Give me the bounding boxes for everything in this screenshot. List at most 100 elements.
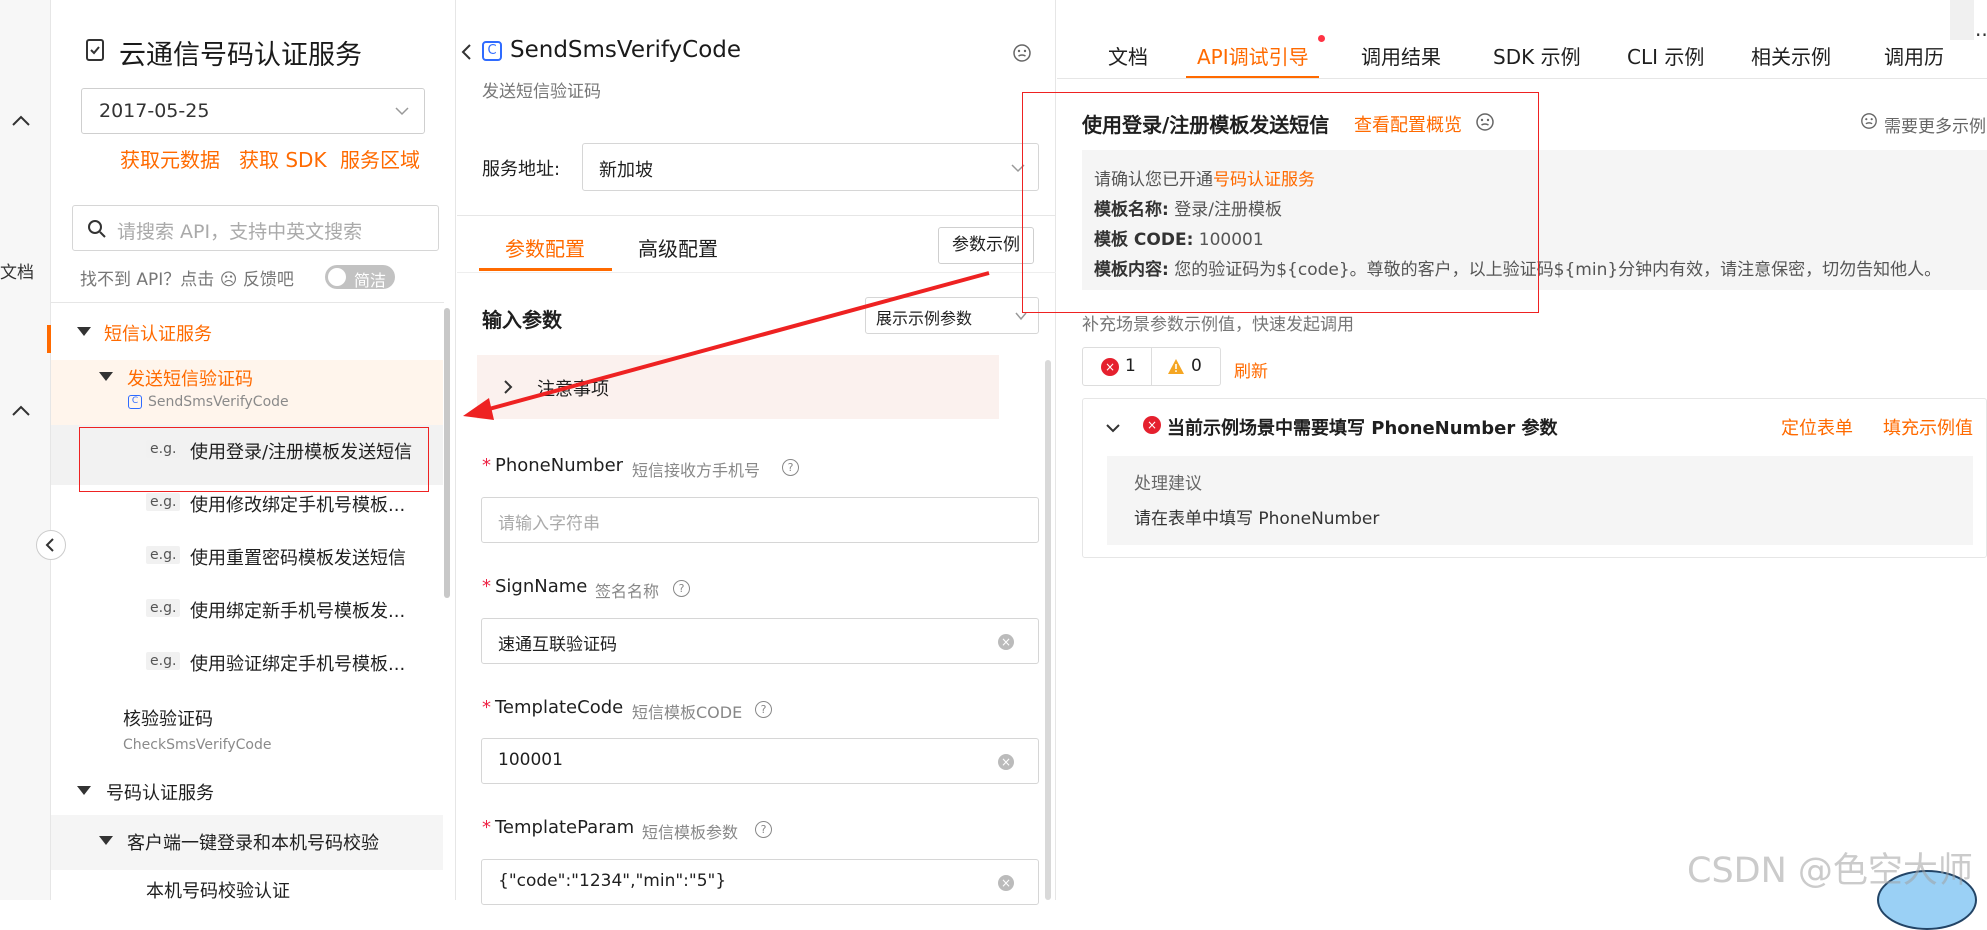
help-icon[interactable]: ? xyxy=(782,459,799,476)
help-icon[interactable]: ? xyxy=(755,821,772,838)
chevron-right-icon xyxy=(502,378,514,396)
clear-icon[interactable]: × xyxy=(998,754,1014,770)
service-address-select[interactable]: 新加坡 xyxy=(582,143,1039,191)
tab-param-config[interactable]: 参数配置 xyxy=(505,233,585,262)
refresh-link[interactable]: 刷新 xyxy=(1234,357,1268,382)
more-tabs-button[interactable]: ·· xyxy=(1975,23,1987,47)
caret-down-icon[interactable] xyxy=(77,786,91,795)
tree-group-sms-auth[interactable]: 短信认证服务 xyxy=(104,320,212,346)
required-mark: * xyxy=(482,697,491,718)
chevron-left-icon[interactable] xyxy=(460,42,474,62)
tree-example-5[interactable]: 使用验证绑定手机号模板... xyxy=(190,650,405,676)
tab-advanced-config[interactable]: 高级配置 xyxy=(638,233,718,262)
version-value: 2017-05-25 xyxy=(99,100,210,122)
tree-example-2[interactable]: 使用修改绑定手机号模板... xyxy=(190,491,405,517)
notice-label: 注意事项 xyxy=(537,379,609,400)
annotation-box xyxy=(1022,92,1539,313)
api-description: 发送短信验证码 xyxy=(482,82,601,102)
tab-cli-example[interactable]: CLI 示例 xyxy=(1627,41,1704,70)
collapse-sidebar-button[interactable] xyxy=(36,530,66,560)
tab-related-examples[interactable]: 相关示例 xyxy=(1751,41,1831,70)
param-example-button[interactable]: 参数示例 xyxy=(938,227,1034,264)
advice-text: 请在表单中填写 PhoneNumber xyxy=(1134,509,1380,529)
need-more-examples-link[interactable]: 需要更多示例 xyxy=(1884,112,1986,137)
toggle-label: 简洁 xyxy=(354,271,387,290)
show-example-select[interactable]: 展示示例参数 xyxy=(865,297,1039,334)
issue-panel: × 当前示例场景中需要填写 PhoneNumber 参数 定位表单 填充示例值 … xyxy=(1082,398,1987,558)
tab-api-debug-guide[interactable]: API调试引导 xyxy=(1197,41,1309,70)
caret-down-icon[interactable] xyxy=(99,836,113,845)
param-name: TemplateCode xyxy=(495,697,624,718)
tabs-scrollbar[interactable] xyxy=(1950,0,1974,40)
caret-down-icon[interactable] xyxy=(77,327,91,336)
sign-name-input[interactable]: 速通互联验证码 × xyxy=(481,618,1039,664)
api-c-icon: C xyxy=(128,395,142,409)
param-name: SignName xyxy=(495,576,588,597)
help-icon[interactable]: ? xyxy=(755,701,772,718)
feedback-hint[interactable]: 找不到 API？点击 ☹ 反馈吧 xyxy=(80,265,294,290)
tree-example-3[interactable]: 使用重置密码模板发送短信 xyxy=(190,544,406,570)
get-sdk-link[interactable]: 获取 SDK xyxy=(239,144,327,173)
fill-hint: 补充场景参数示例值，快速发起调用 xyxy=(1082,315,1354,335)
tab-docs[interactable]: 文档 xyxy=(1108,41,1148,70)
template-param-value: {"code":"1234","min":"5"} xyxy=(498,871,727,891)
warning-icon xyxy=(1167,358,1185,375)
help-icon[interactable]: ? xyxy=(673,580,690,597)
chevron-up-icon[interactable] xyxy=(10,110,32,132)
chevron-down-icon xyxy=(394,103,410,119)
rail-doc-label[interactable]: 文档 xyxy=(0,258,34,283)
example-tag: e.g. xyxy=(146,546,181,564)
divider xyxy=(51,302,444,303)
tree-api-local-verify[interactable]: 本机号码校验认证 xyxy=(146,877,290,903)
chevron-up-icon[interactable] xyxy=(10,400,32,422)
clear-icon[interactable]: × xyxy=(998,634,1014,650)
param-name: TemplateParam xyxy=(495,817,635,838)
simple-mode-toggle[interactable]: 简洁 xyxy=(325,265,395,290)
tree-api-code: SendSmsVerifyCode xyxy=(148,394,289,410)
warning-count[interactable]: 0 xyxy=(1191,356,1202,376)
tree-api-check-sms[interactable]: 核验验证码 xyxy=(123,705,213,731)
sidebar-scrollbar[interactable] xyxy=(444,308,450,598)
tab-call-result[interactable]: 调用结果 xyxy=(1361,41,1441,70)
tree-subgroup[interactable]: 客户端一键登录和本机号码校验 xyxy=(127,829,379,855)
form-scrollbar[interactable] xyxy=(1045,360,1051,900)
tree-group-number-auth[interactable]: 号码认证服务 xyxy=(106,779,214,805)
tab-sdk-example[interactable]: SDK 示例 xyxy=(1493,41,1581,70)
annotation-box xyxy=(79,427,429,492)
search-icon xyxy=(87,219,107,239)
get-metadata-link[interactable]: 获取元数据 xyxy=(120,144,220,173)
template-param-input[interactable]: {"code":"1234","min":"5"} × xyxy=(481,859,1039,905)
param-desc: 短信模板参数 xyxy=(642,823,739,842)
tab-call-history[interactable]: 调用历 xyxy=(1884,41,1944,70)
chevron-down-icon[interactable] xyxy=(1105,420,1121,436)
watermark: CSDN @色空大师 xyxy=(1687,851,1973,891)
param-name: PhoneNumber xyxy=(495,455,624,476)
feedback-face-icon[interactable] xyxy=(1012,43,1032,63)
divider xyxy=(457,215,1056,216)
caret-down-icon[interactable] xyxy=(99,372,113,381)
tree-api-code: CheckSmsVerifyCode xyxy=(123,737,272,753)
param-desc: 短信接收方手机号 xyxy=(632,461,761,480)
tree-api-send-sms[interactable]: 发送短信验证码 xyxy=(127,365,253,391)
version-select[interactable]: 2017-05-25 xyxy=(81,88,425,134)
phone-number-input[interactable]: 请输入字符串 xyxy=(481,497,1039,543)
error-count[interactable]: 1 xyxy=(1125,356,1136,376)
locate-form-link[interactable]: 定位表单 xyxy=(1781,414,1853,440)
search-placeholder: 请搜索 API，支持中英文搜索 xyxy=(117,221,363,243)
clear-icon[interactable]: × xyxy=(998,875,1014,891)
service-region-link[interactable]: 服务区域 xyxy=(340,144,420,173)
advice-title: 处理建议 xyxy=(1134,474,1202,494)
left-rail: 文档 xyxy=(0,0,51,900)
error-icon: × xyxy=(1143,416,1161,434)
divider xyxy=(457,272,1056,273)
example-tag: e.g. xyxy=(146,599,181,617)
phone-number-placeholder: 请输入字符串 xyxy=(498,514,600,534)
feedback-face-icon[interactable] xyxy=(1860,112,1878,130)
notice-collapse[interactable]: 注意事项 xyxy=(477,355,999,419)
api-search-input[interactable]: 请搜索 API，支持中英文搜索 xyxy=(72,205,439,251)
tree-example-4[interactable]: 使用绑定新手机号模板发... xyxy=(190,597,405,623)
service-icon xyxy=(85,38,105,62)
template-code-input[interactable]: 100001 × xyxy=(481,738,1039,784)
fill-example-link[interactable]: 填充示例值 xyxy=(1883,414,1973,440)
issue-title: 当前示例场景中需要填写 PhoneNumber 参数 xyxy=(1167,418,1558,439)
